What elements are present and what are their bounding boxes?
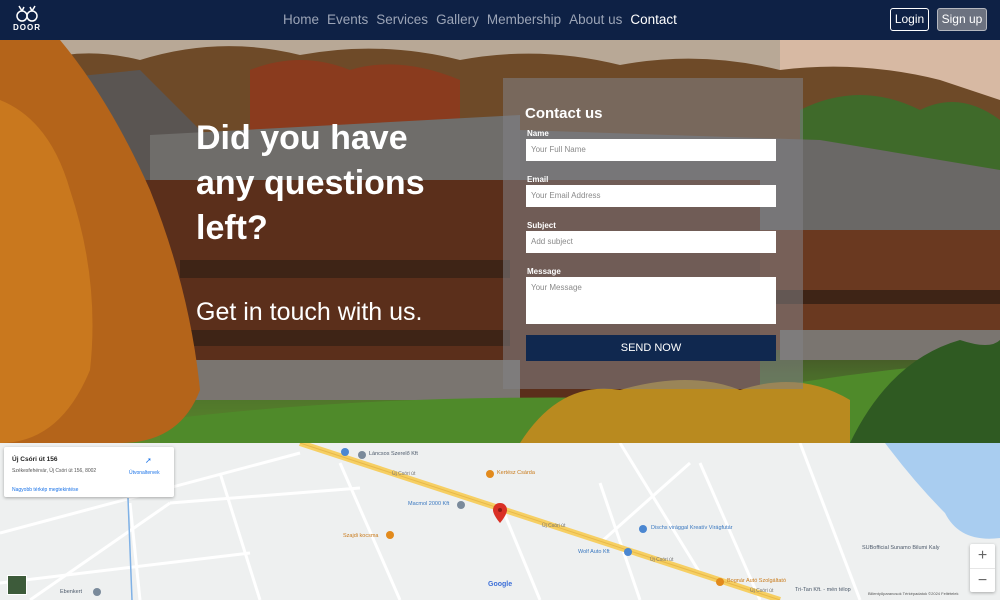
antlers-icon — [16, 5, 38, 22]
hero-subtitle: Get in touch with us. — [196, 298, 423, 326]
brand-name: DOOR — [13, 23, 41, 32]
nav-gallery[interactable]: Gallery — [436, 12, 479, 27]
nav-contact[interactable]: Contact — [630, 12, 677, 27]
brand-logo[interactable]: DOOR — [12, 5, 42, 35]
nav-about-us[interactable]: About us — [569, 12, 622, 27]
nav-services[interactable]: Services — [376, 12, 428, 27]
email-label: Email — [527, 175, 549, 184]
map-street-label: Új Csóri út — [650, 557, 674, 563]
map-info-card: Új Csóri út 156 Székesfehérvár, Új Csóri… — [4, 447, 174, 497]
map-place-label[interactable]: Bognár Autó Szolgáltató — [727, 578, 786, 584]
subject-label: Subject — [527, 221, 556, 230]
hero-title: Did you have any questions left? — [196, 119, 425, 247]
google-logo: Google — [488, 581, 513, 588]
subject-field[interactable]: Add subject — [526, 231, 776, 253]
map-place-label[interactable]: Ebenkert — [60, 589, 82, 595]
embedded-map[interactable]: Új Csóri út 156 Székesfehérvár, Új Csóri… — [0, 443, 1000, 600]
main-nav: Home Events Services Gallery Membership … — [283, 12, 685, 27]
larger-map-link[interactable]: Nagyobb térkép megtekintése — [12, 487, 78, 493]
nav-membership[interactable]: Membership — [487, 12, 561, 27]
directions-icon[interactable]: ➚ — [145, 457, 153, 465]
nav-events[interactable]: Events — [327, 12, 368, 27]
name-label: Name — [527, 129, 549, 138]
login-button[interactable]: Login — [890, 8, 929, 31]
map-street-label: Új Csóri út — [542, 523, 566, 529]
map-footer[interactable]: Billentyűparancsok Térképadatok ©2024 Fe… — [868, 591, 958, 596]
message-label: Message — [527, 267, 561, 276]
nav-home[interactable]: Home — [283, 12, 319, 27]
contact-heading: Contact us — [525, 105, 603, 122]
hero-section: Did you have any questions left? Get in … — [0, 40, 1000, 443]
map-zoom-controls: + − — [970, 544, 995, 592]
message-field[interactable]: Your Message — [526, 277, 776, 324]
signup-button[interactable]: Sign up — [937, 8, 987, 31]
map-address-line: Székesfehérvár, Új Csóri út 156, 8002 — [12, 468, 97, 474]
map-place-label[interactable]: Macmol 2000 Kft — [408, 501, 449, 507]
map-place-label[interactable]: Dischs virággal Kreatív Virágfutár — [651, 525, 733, 531]
map-address-title: Új Csóri út 156 — [12, 456, 58, 463]
directions-link[interactable]: Útvonaltervek — [129, 470, 160, 476]
map-place-label[interactable]: SUBofficial Sunamo Bilumi Kaly — [862, 545, 940, 551]
map-place-label[interactable]: Tri-Tan Kft. - mén télop — [795, 587, 851, 593]
zoom-in-button[interactable]: + — [970, 544, 995, 568]
map-street-label: Új Csóri út — [392, 471, 416, 477]
map-place-label[interactable]: Szajdi kocsma — [343, 533, 378, 539]
map-street-label: Új Csóri út — [750, 588, 774, 594]
contact-form: Contact us Name Your Full Name Email You… — [503, 78, 803, 389]
name-field[interactable]: Your Full Name — [526, 139, 776, 161]
zoom-out-button[interactable]: − — [970, 568, 995, 592]
hero-background-image — [0, 40, 1000, 443]
map-place-label[interactable]: Kertész Csárda — [497, 470, 535, 476]
map-place-label[interactable]: Wolf Auto Kft — [578, 549, 610, 555]
email-field[interactable]: Your Email Address — [526, 185, 776, 207]
navbar: DOOR Home Events Services Gallery Member… — [0, 0, 1000, 40]
send-now-button[interactable]: SEND NOW — [526, 335, 776, 361]
map-place-label[interactable]: Láncsos Szerelő Kft — [369, 451, 418, 457]
map-satellite-toggle[interactable] — [7, 575, 27, 595]
